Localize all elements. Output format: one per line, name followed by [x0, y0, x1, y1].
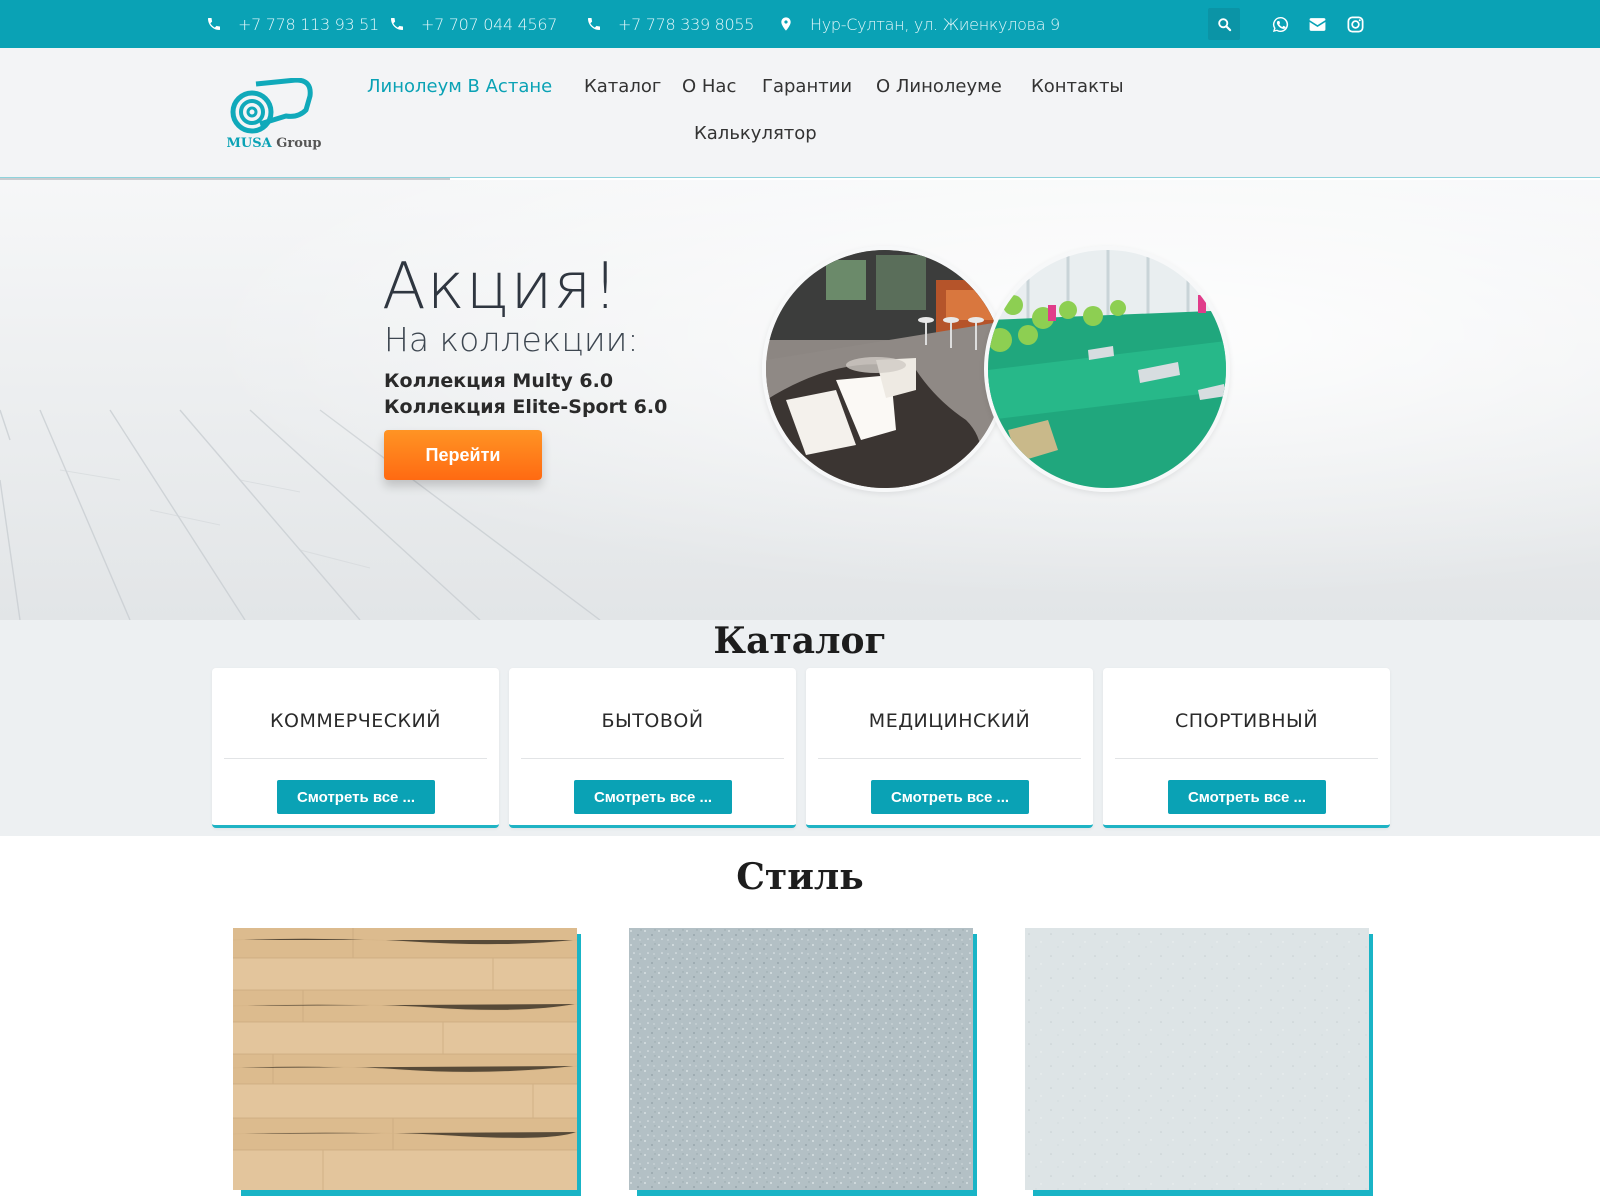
nav-linoleum-astana[interactable]: Линолеум В Астане	[367, 76, 552, 97]
style-tile-light[interactable]	[1025, 928, 1373, 1196]
divider	[818, 758, 1081, 759]
site-header: MUSA Group Линолеум В Астане Каталог О Н…	[0, 48, 1600, 178]
instagram-icon	[1347, 16, 1363, 32]
catalog-card-household[interactable]: БЫТОВОЙ Смотреть все ...	[509, 668, 796, 828]
phone-2[interactable]: +7 707 044 4567	[389, 0, 557, 48]
style-tile-wood[interactable]	[233, 928, 581, 1196]
linoleum-roll-icon	[230, 78, 313, 134]
grey-speckle-texture	[629, 928, 973, 1190]
top-bar: +7 778 113 93 51 +7 707 044 4567 +7 778 …	[0, 0, 1600, 48]
search-button[interactable]	[1208, 8, 1240, 40]
hero-image-lounge[interactable]	[762, 246, 1008, 492]
phone-icon	[391, 18, 403, 30]
address[interactable]: Нур-Султан, ул. Жиенкулова 9	[778, 0, 1060, 48]
style-title: Стиль	[736, 856, 864, 898]
style-tile-grey[interactable]	[629, 928, 977, 1196]
phone-1[interactable]: +7 778 113 93 51	[206, 0, 379, 48]
nav-catalog[interactable]: Каталог	[584, 76, 661, 97]
logo-text: MUSA Group	[226, 136, 322, 151]
catalog-card-sport[interactable]: СПОРТИВНЫЙ Смотреть все ...	[1103, 668, 1390, 828]
catalog-card-commercial[interactable]: КОММЕРЧЕСКИЙ Смотреть все ...	[212, 668, 499, 828]
wood-texture	[233, 928, 577, 1190]
hero-title: Акция!	[382, 250, 620, 324]
logo-suffix: Group	[276, 136, 322, 151]
hero-go-button[interactable]: Перейти	[384, 430, 542, 480]
catalog-title: Каталог	[713, 620, 887, 662]
catalog-card-name: СПОРТИВНЫЙ	[1174, 710, 1319, 732]
catalog-card-name: МЕДИЦИНСКИЙ	[868, 710, 1031, 732]
view-all-button[interactable]: Смотреть все ...	[574, 780, 732, 814]
nav-guarantees[interactable]: Гарантии	[762, 76, 852, 97]
address-text: Нур-Султан, ул. Жиенкулова 9	[810, 14, 1060, 34]
map-pin-icon	[781, 17, 791, 31]
phone-icon	[208, 18, 220, 30]
catalog-card-name: БЫТОВОЙ	[601, 710, 704, 732]
divider	[521, 758, 784, 759]
catalog-card-medical[interactable]: МЕДИЦИНСКИЙ Смотреть все ...	[806, 668, 1093, 828]
hero-collection-2: Коллекция Elite-Sport 6.0	[384, 396, 668, 418]
catalog-card-name: КОММЕРЧЕСКИЙ	[270, 710, 441, 732]
mail-link[interactable]	[1305, 12, 1329, 36]
phone-3[interactable]: +7 778 339 8055	[586, 0, 754, 48]
divider	[1115, 758, 1378, 759]
nav-calculator[interactable]: Калькулятор	[694, 123, 817, 144]
mail-icon	[1309, 17, 1325, 31]
phone-2-text: +7 707 044 4567	[421, 14, 558, 34]
phone-icon	[588, 18, 600, 30]
logo-brand: MUSA	[226, 136, 272, 151]
instagram-link[interactable]	[1343, 12, 1367, 36]
view-all-button[interactable]: Смотреть все ...	[277, 780, 435, 814]
view-all-button[interactable]: Смотреть все ...	[871, 780, 1029, 814]
nav-about-linoleum[interactable]: О Линолеуме	[876, 76, 1002, 97]
hero-subtitle: На коллекции:	[384, 320, 639, 359]
whatsapp-icon	[1272, 16, 1288, 32]
phone-3-text: +7 778 339 8055	[618, 14, 755, 34]
nav-about[interactable]: О Нас	[682, 76, 736, 97]
hero-banner: Акция! На коллекции: Коллекция Multy 6.0…	[0, 180, 1600, 620]
whatsapp-link[interactable]	[1268, 12, 1292, 36]
hero-collection-1: Коллекция Multy 6.0	[384, 370, 614, 392]
hero-image-sport-hall[interactable]	[984, 246, 1230, 492]
catalog-section: Каталог КОММЕРЧЕСКИЙ Смотреть все ... БЫ…	[0, 620, 1600, 836]
search-icon	[1217, 17, 1231, 31]
phone-1-text: +7 778 113 93 51	[238, 14, 379, 34]
nav-contacts[interactable]: Контакты	[1031, 76, 1124, 97]
logo[interactable]: MUSA Group	[226, 78, 322, 160]
divider	[224, 758, 487, 759]
view-all-button[interactable]: Смотреть все ...	[1168, 780, 1326, 814]
light-grey-texture	[1025, 928, 1369, 1190]
style-section: Стиль	[0, 836, 1600, 1200]
